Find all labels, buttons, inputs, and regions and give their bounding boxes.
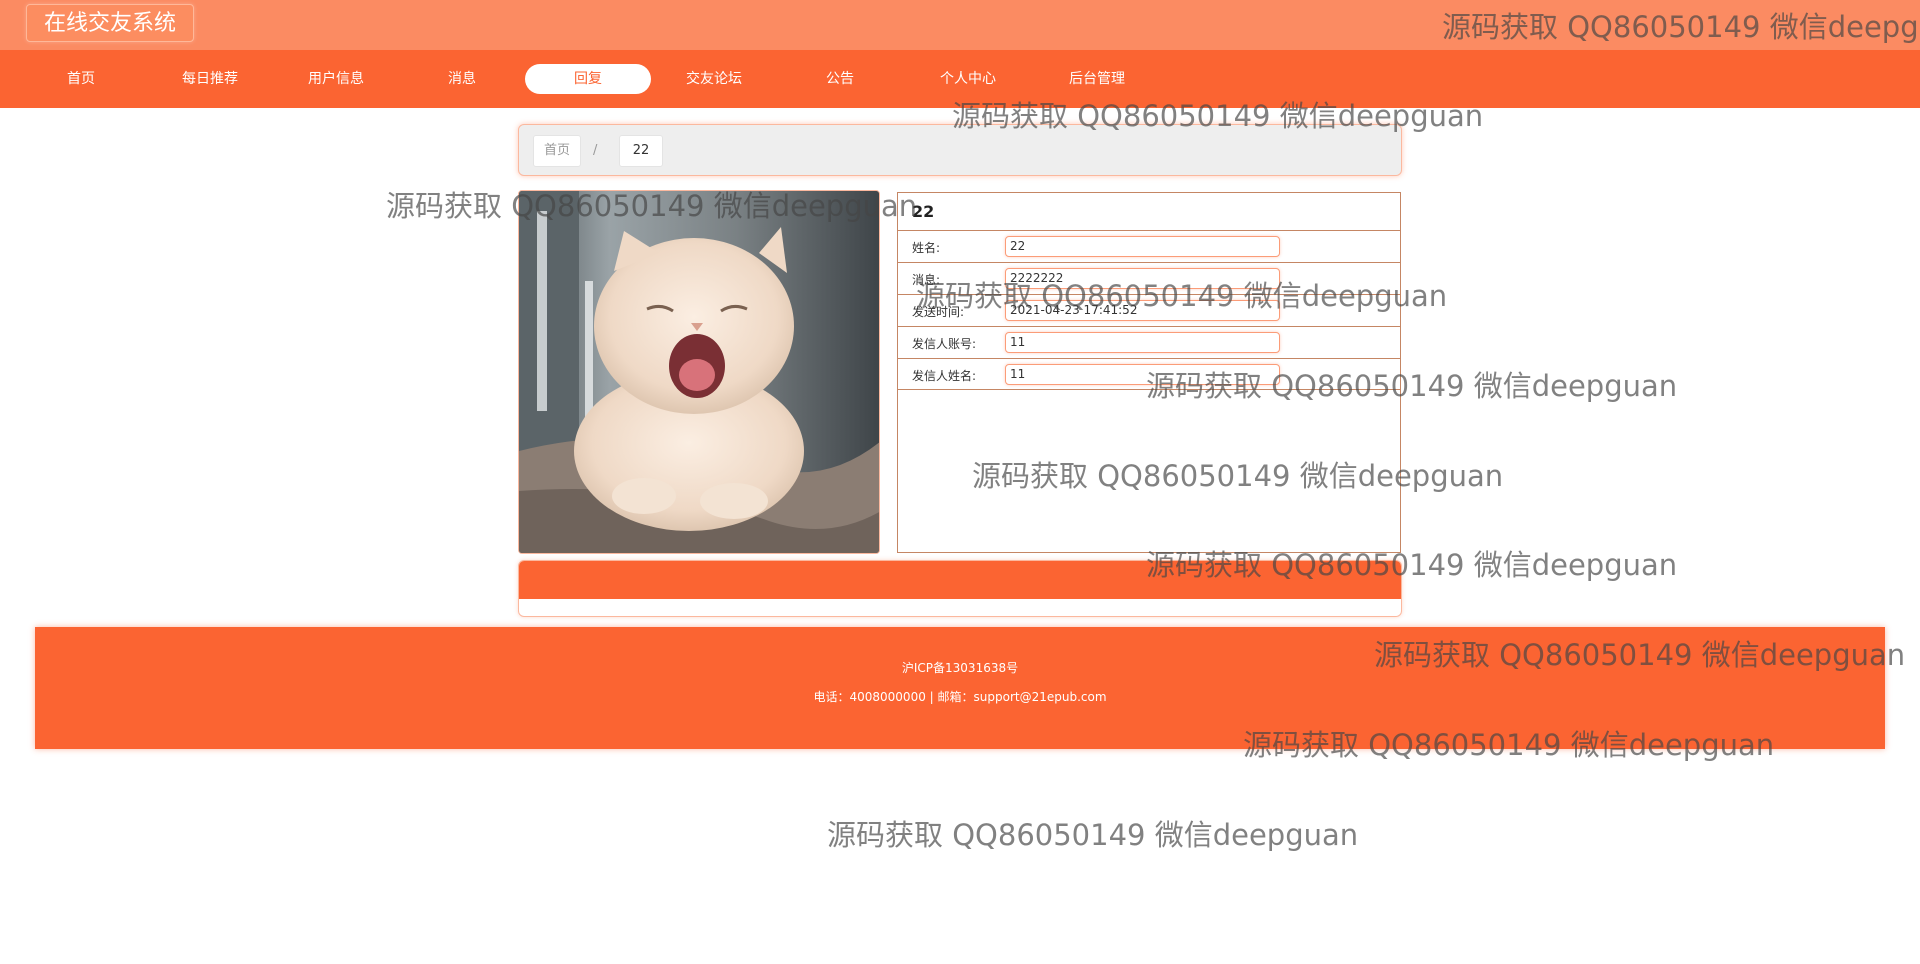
breadcrumb-home[interactable]: 首页 xyxy=(533,135,581,167)
app-title[interactable]: 在线交友系统 xyxy=(26,4,195,42)
breadcrumb: 首页 / 22 xyxy=(518,124,1402,176)
footer-contact: 电话：4008000000 | 邮箱：support@21epub.com xyxy=(813,690,1107,704)
field-row-message: 消息: 2222222 xyxy=(898,262,1400,294)
top-header: 在线交友系统 xyxy=(0,0,1920,50)
nav-item-admin[interactable]: 后台管理 xyxy=(1034,50,1160,108)
field-label-sender-account: 发信人账号: xyxy=(912,337,977,351)
field-label-send-time: 发送时间: xyxy=(912,305,965,319)
field-row-name: 姓名: 22 xyxy=(898,230,1400,262)
field-value-sender-account: 11 xyxy=(1005,332,1280,353)
breadcrumb-current: 22 xyxy=(619,135,663,167)
detail-title: 22 xyxy=(912,202,935,221)
field-row-send-time: 发送时间: 2021-04-23 17:41:52 xyxy=(898,294,1400,326)
message-info-panel: 22 姓名: 22 消息: 2222222 发送时间: 2021-04-23 1… xyxy=(897,192,1401,553)
detail-image xyxy=(518,190,880,554)
cat-photo xyxy=(519,191,879,553)
field-value-sender-name: 11 xyxy=(1005,364,1280,385)
field-value-send-time: 2021-04-23 17:41:52 xyxy=(1005,300,1280,321)
reply-section xyxy=(518,560,1402,617)
nav-item-reply[interactable]: 回复 xyxy=(525,64,651,94)
field-row-sender-name: 发信人姓名: 11 xyxy=(898,358,1400,390)
footer: 沪ICP备13031638号 电话：4008000000 | 邮箱：suppor… xyxy=(35,627,1885,749)
watermark: 源码获取 QQ86050149 微信deepguan xyxy=(827,818,1359,852)
nav-item-daily-recommend[interactable]: 每日推荐 xyxy=(147,50,273,108)
nav-item-announcements[interactable]: 公告 xyxy=(777,50,903,108)
nav-item-personal-center[interactable]: 个人中心 xyxy=(905,50,1031,108)
reply-section-header xyxy=(519,561,1401,599)
main-nav: 首页 每日推荐 用户信息 消息 回复 交友论坛 公告 个人中心 后台管理 xyxy=(0,50,1920,108)
nav-item-messages[interactable]: 消息 xyxy=(399,50,525,108)
nav-item-forum[interactable]: 交友论坛 xyxy=(651,50,777,108)
breadcrumb-separator: / xyxy=(593,143,598,158)
footer-icp: 沪ICP备13031638号 xyxy=(901,661,1019,675)
nav-item-user-info[interactable]: 用户信息 xyxy=(273,50,399,108)
field-label-sender-name: 发信人姓名: xyxy=(912,369,977,383)
field-label-name: 姓名: xyxy=(912,241,941,255)
field-label-message: 消息: xyxy=(912,273,941,287)
field-value-name: 22 xyxy=(1005,236,1280,257)
field-row-sender-account: 发信人账号: 11 xyxy=(898,326,1400,358)
field-value-message: 2222222 xyxy=(1005,268,1280,289)
nav-item-home[interactable]: 首页 xyxy=(18,50,144,108)
